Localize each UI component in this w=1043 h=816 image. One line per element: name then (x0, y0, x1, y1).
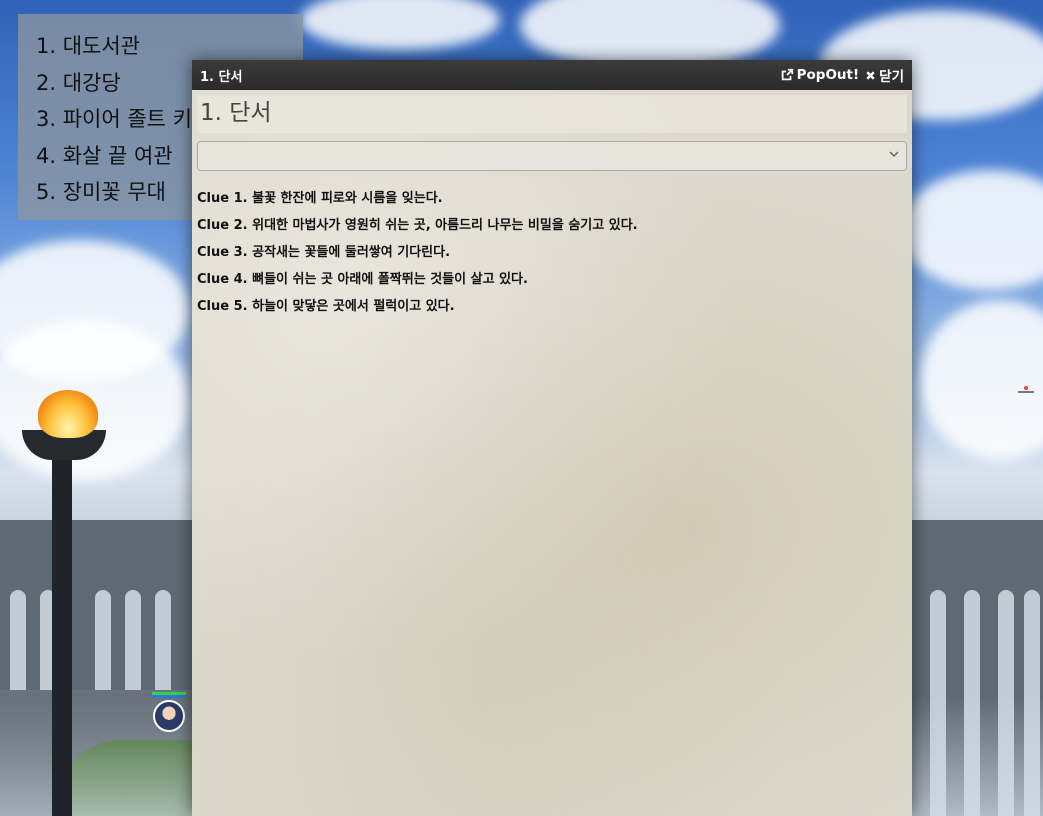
clue-list: Clue 1. 불꽃 한잔에 피로와 시름을 잊는다. Clue 2. 위대한 … (197, 185, 907, 320)
dialog-window-title: 1. 단서 (200, 69, 243, 85)
clue-item: Clue 2. 위대한 마법사가 영원히 쉬는 곳, 아름드리 나무는 비밀을 … (197, 218, 638, 233)
external-link-icon (781, 68, 793, 81)
clue-item: Clue 1. 불꽃 한잔에 피로와 시름을 잊는다. (197, 191, 443, 206)
dialog-titlebar[interactable]: 1. 단서 PopOut! 닫기 (192, 60, 912, 90)
character-token[interactable] (151, 692, 187, 734)
handout-select-wrapper (197, 141, 907, 171)
handout-content: 1. 단서 Clue 1. 불꽃 한잔에 피로와 시름을 잊는다. Clue 2… (192, 90, 912, 816)
map-marker-icon[interactable] (1018, 386, 1034, 396)
dialog-actions: PopOut! 닫기 (780, 65, 904, 85)
x-icon (866, 70, 875, 80)
avatar (153, 700, 185, 732)
clue-item: Clue 3. 공작새는 꽃들에 둘러쌓여 기다린다. (197, 245, 451, 260)
popout-button[interactable]: PopOut! (780, 67, 860, 83)
handout-dialog: 1. 단서 PopOut! 닫기 1. 단서 Clue 1. 불꽃 한잔에 피로… (192, 60, 912, 816)
cloud (300, 0, 500, 50)
handout-select[interactable] (197, 141, 907, 171)
chevron-down-icon[interactable] (889, 149, 899, 159)
flame-icon (38, 390, 98, 438)
page-title: 1. 단서 (197, 95, 907, 133)
clue-item: Clue 4. 뼈들이 쉬는 곳 아래에 폴짝뛰는 것들이 살고 있다. (197, 272, 528, 287)
torch-pole (52, 455, 72, 816)
cloud (920, 300, 1043, 460)
close-label: 닫기 (879, 69, 904, 85)
close-button[interactable]: 닫기 (865, 65, 904, 85)
popout-label: PopOut! (796, 67, 860, 83)
token-health-bars (152, 692, 186, 698)
cloud (900, 170, 1043, 290)
clue-item: Clue 5. 하늘이 맞닿은 곳에서 펄럭이고 있다. (197, 299, 455, 314)
